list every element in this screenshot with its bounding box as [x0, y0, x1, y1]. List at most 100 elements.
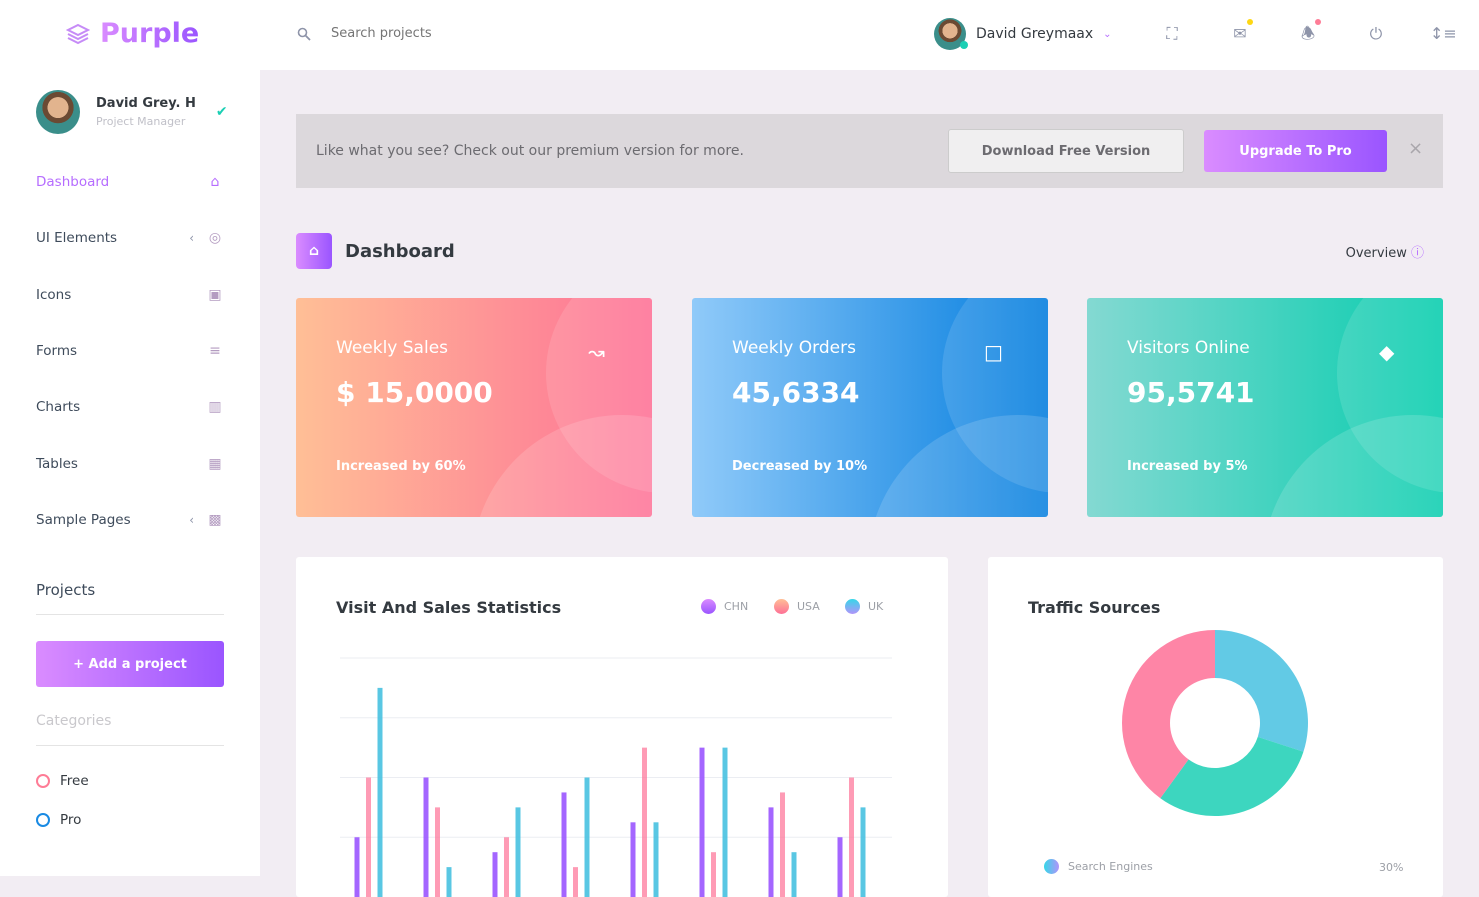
promo-banner: Like what you see? Check out our premium…	[296, 114, 1443, 188]
sidebar-item-dashboard[interactable]: Dashboard⌂	[36, 174, 224, 190]
bookmark-check-icon: ✔	[216, 104, 228, 120]
legend-label: Search Engines	[1068, 860, 1153, 873]
circle-icon	[36, 813, 50, 827]
card-value: 95,5741	[1127, 376, 1255, 409]
power-icon[interactable]: ⏻	[1366, 24, 1386, 44]
chevron-left-icon: ‹	[189, 513, 194, 527]
card-visitors-online: Visitors Online 95,5741 Increased by 5% …	[1087, 298, 1443, 517]
top-navbar: Purple David Greymaax ⌄ ⛶ ✉ 🕭 ⏻ ↕≡	[0, 0, 1479, 70]
visit-sales-panel: Visit And Sales Statistics CHN USA UK	[296, 557, 948, 897]
avatar	[36, 90, 80, 134]
sidebar: David Grey. H Project Manager ✔ Dashboar…	[0, 70, 260, 876]
bar-uk	[861, 807, 866, 897]
search-bar	[297, 26, 531, 41]
bar-chn	[562, 792, 567, 897]
bar-usa	[573, 867, 578, 897]
overview-link[interactable]: Overview ⓘ	[1346, 242, 1424, 261]
bar-chart-icon: ▥	[206, 399, 224, 415]
download-free-button[interactable]: Download Free Version	[948, 129, 1184, 173]
sidebar-item-label: Icons	[36, 287, 206, 303]
fullscreen-icon[interactable]: ⛶	[1162, 24, 1182, 44]
sidebar-item-label: Forms	[36, 343, 206, 359]
profile-role: Project Manager	[96, 115, 196, 128]
bar-chn	[769, 807, 774, 897]
circle-icon	[36, 774, 50, 788]
donut-chart	[988, 557, 1443, 897]
crosshairs-icon: ◎	[206, 230, 224, 246]
bar-usa	[504, 837, 509, 897]
chart-line-icon: ↝	[588, 340, 605, 364]
avatar	[934, 18, 966, 50]
bell-icon[interactable]: 🕭	[1298, 24, 1318, 44]
sidebar-item-tables[interactable]: Tables▦	[36, 456, 224, 472]
add-project-button[interactable]: + Add a project	[36, 641, 224, 687]
list-icon: ≡	[206, 343, 224, 359]
user-menu[interactable]: David Greymaax ⌄	[934, 18, 1112, 50]
legend-search-engines: Search Engines	[1044, 859, 1153, 874]
chevron-left-icon: ‹	[189, 231, 194, 245]
layers-icon	[66, 23, 90, 45]
sidebar-item-icons[interactable]: Icons▣	[36, 287, 224, 303]
category-pro[interactable]: Pro	[36, 812, 81, 828]
sidebar-item-sample-pages[interactable]: Sample Pages‹ ▩	[36, 512, 224, 528]
category-label: Free	[60, 773, 89, 789]
category-free[interactable]: Free	[36, 773, 89, 789]
close-icon[interactable]: ×	[1408, 138, 1423, 159]
category-label: Pro	[60, 812, 81, 828]
main-content: Like what you see? Check out our premium…	[260, 70, 1479, 876]
sidebar-item-ui-elements[interactable]: UI Elements‹ ◎	[36, 230, 224, 246]
bar-chn	[493, 852, 498, 897]
bar-usa	[435, 807, 440, 897]
sidebar-item-forms[interactable]: Forms≡	[36, 343, 224, 359]
mail-icon[interactable]: ✉	[1230, 24, 1250, 44]
search-input[interactable]	[331, 26, 531, 41]
sidebar-item-label: Sample Pages	[36, 512, 189, 528]
sidebar-item-charts[interactable]: Charts▥	[36, 399, 224, 415]
sidebar-profile[interactable]: David Grey. H Project Manager ✔	[36, 90, 228, 134]
bar-usa	[780, 792, 785, 897]
traffic-sources-panel: Traffic Sources Search Engines 30%	[988, 557, 1443, 897]
brand-logo[interactable]: Purple	[66, 18, 199, 49]
bar-uk	[378, 688, 383, 897]
upgrade-pro-button[interactable]: Upgrade To Pro	[1204, 130, 1387, 172]
donut-slice	[1215, 630, 1308, 752]
home-icon: ⌂	[206, 174, 224, 190]
card-subtext: Increased by 60%	[336, 459, 466, 474]
bar-uk	[792, 852, 797, 897]
bar-uk	[654, 822, 659, 897]
card-subtext: Decreased by 10%	[732, 459, 867, 474]
bar-usa	[849, 778, 854, 897]
brand-name: Purple	[100, 18, 199, 49]
page-title: Dashboard	[345, 241, 455, 262]
overview-label: Overview	[1346, 246, 1407, 261]
sidebar-item-label: UI Elements	[36, 230, 189, 246]
profile-name: David Grey. H	[96, 96, 196, 111]
card-title: Visitors Online	[1127, 338, 1250, 358]
medical-bag-icon: ▩	[206, 512, 224, 528]
card-weekly-orders: Weekly Orders 45,6334 Decreased by 10% □	[692, 298, 1048, 517]
bar-uk	[516, 807, 521, 897]
card-weekly-sales: Weekly Sales $ 15,0000 Increased by 60% …	[296, 298, 652, 517]
categories-heading: Categories	[36, 713, 224, 746]
contacts-icon: ▣	[206, 287, 224, 303]
bar-chart	[296, 557, 948, 897]
bar-uk	[723, 748, 728, 897]
sidebar-item-label: Tables	[36, 456, 206, 472]
banner-text: Like what you see? Check out our premium…	[316, 143, 744, 159]
bar-chn	[631, 822, 636, 897]
legend-value: 30%	[1379, 861, 1403, 874]
format-line-spacing-icon[interactable]: ↕≡	[1430, 24, 1450, 44]
bar-chn	[424, 778, 429, 897]
table-icon: ▦	[206, 456, 224, 472]
user-name: David Greymaax	[976, 26, 1093, 42]
bar-usa	[366, 778, 371, 897]
sidebar-item-label: Dashboard	[36, 174, 206, 190]
bar-chn	[355, 837, 360, 897]
donut-slice	[1160, 737, 1303, 816]
chevron-down-icon: ⌄	[1103, 29, 1111, 40]
bar-usa	[711, 852, 716, 897]
search-icon[interactable]	[297, 27, 311, 41]
card-value: $ 15,0000	[336, 376, 493, 409]
sidebar-item-label: Charts	[36, 399, 206, 415]
bookmark-icon: □	[984, 340, 1003, 364]
